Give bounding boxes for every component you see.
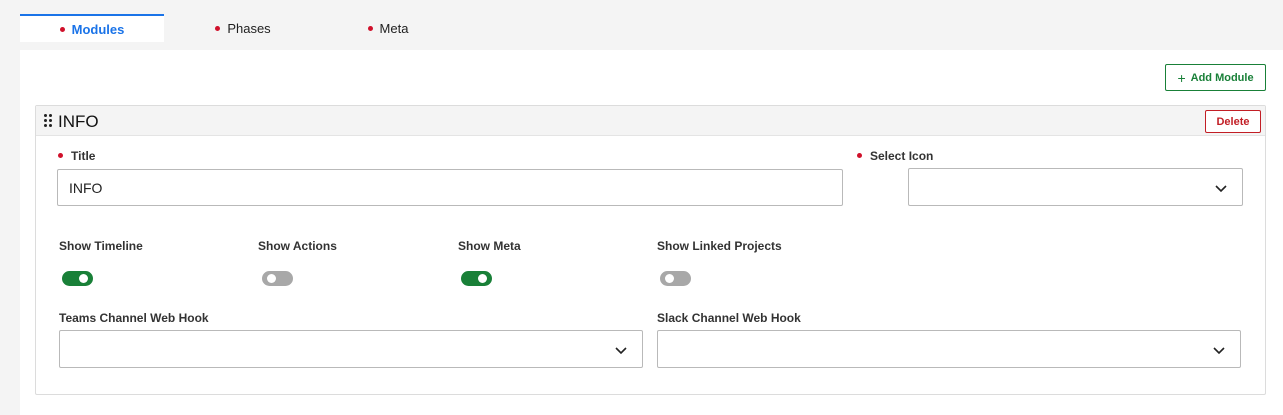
required-dot: [215, 25, 221, 31]
tab-label: Meta: [379, 20, 409, 36]
required-dot: [367, 25, 373, 31]
tab-modules[interactable]: Modules: [20, 14, 164, 42]
teams-webhook-label: Teams Channel Web Hook: [59, 311, 209, 325]
required-dot: [59, 26, 65, 32]
chevron-down-icon: [1213, 347, 1225, 355]
show-actions-label: Show Actions: [258, 239, 337, 253]
title-label: Title: [58, 149, 95, 163]
tab-meta[interactable]: Meta: [358, 14, 418, 42]
title-input[interactable]: [57, 169, 843, 206]
drag-handle-icon[interactable]: [44, 114, 54, 128]
required-dot: [58, 153, 63, 159]
tab-phases[interactable]: Phases: [205, 14, 281, 42]
required-dot: [857, 153, 862, 159]
show-timeline-label: Show Timeline: [59, 239, 143, 253]
show-timeline-toggle[interactable]: [62, 271, 93, 286]
slack-webhook-label: Slack Channel Web Hook: [657, 311, 801, 325]
tab-label: Modules: [71, 21, 125, 37]
show-linked-projects-toggle[interactable]: [660, 271, 691, 286]
module-header: INFO Delete: [36, 106, 1265, 136]
teams-webhook-dropdown[interactable]: [59, 330, 643, 368]
add-module-button[interactable]: + Add Module: [1165, 64, 1266, 91]
select-icon-dropdown[interactable]: [908, 168, 1243, 206]
show-linked-projects-label: Show Linked Projects: [657, 239, 782, 253]
select-icon-label: Select Icon: [857, 149, 933, 163]
chevron-down-icon: [615, 347, 627, 355]
delete-button[interactable]: Delete: [1205, 110, 1261, 133]
tab-label: Phases: [227, 20, 271, 36]
show-actions-toggle[interactable]: [262, 271, 293, 286]
chevron-down-icon: [1215, 185, 1227, 193]
slack-webhook-dropdown[interactable]: [657, 330, 1241, 368]
show-meta-label: Show Meta: [458, 239, 521, 253]
show-meta-toggle[interactable]: [461, 271, 492, 286]
module-title: INFO: [58, 112, 99, 131]
add-module-label: Add Module: [1190, 71, 1254, 84]
plus-icon: +: [1177, 69, 1186, 86]
